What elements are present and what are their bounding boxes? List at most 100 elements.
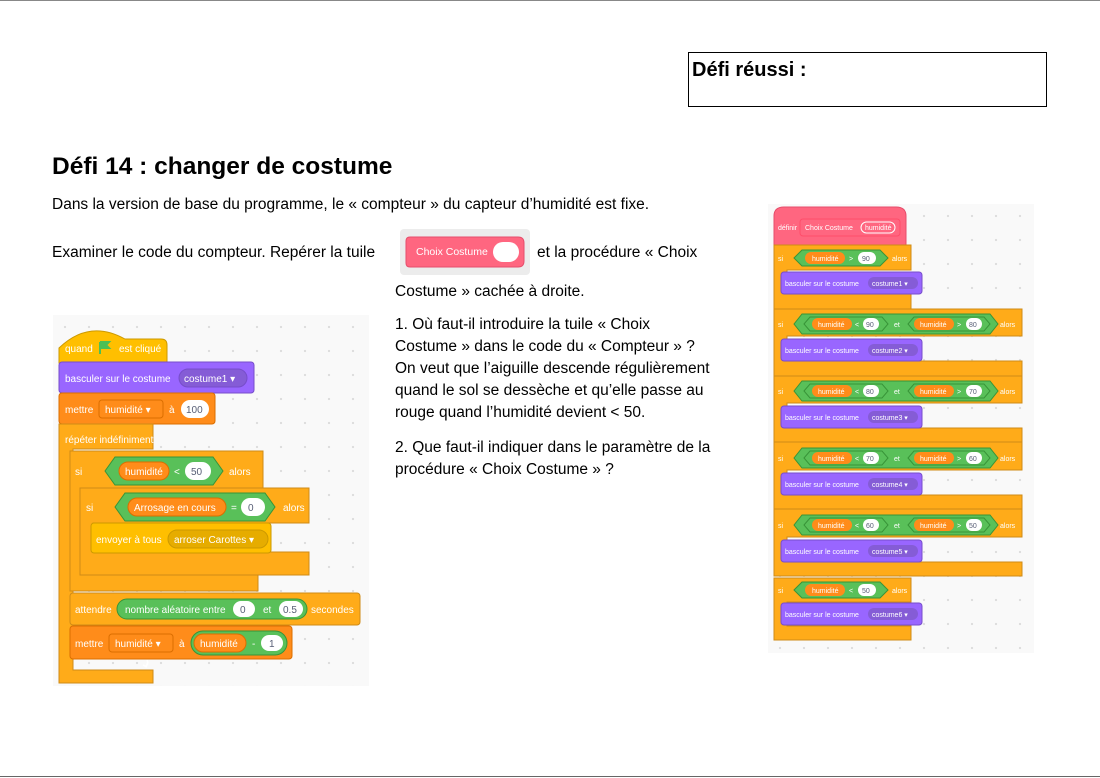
block-text: si xyxy=(778,322,784,329)
block-text: à xyxy=(179,639,185,650)
block-text: 0 xyxy=(248,503,254,514)
block-text: > xyxy=(957,322,961,329)
block-text: 50 xyxy=(191,467,203,478)
block-text: humidité xyxy=(812,256,839,263)
loop-arrow-icon xyxy=(142,659,149,668)
question-1-line: On veut que l’aiguille descende régulièr… xyxy=(395,360,710,377)
block-text: mettre xyxy=(65,405,94,416)
block-text: < xyxy=(855,389,859,396)
choix-costume-tile-image: Choix Costume xyxy=(400,229,530,275)
counter-script: quand est cliqué basculer sur le costume… xyxy=(58,330,361,684)
block-text: costume3 ▾ xyxy=(872,415,908,422)
block-text: humidité xyxy=(920,456,947,463)
block-text: humidité xyxy=(125,467,163,478)
block-text: nombre aléatoire entre xyxy=(125,605,226,616)
block-text: mettre xyxy=(75,639,104,650)
examine-text-after: et la procédure « Choix xyxy=(537,244,698,261)
block-text: humidité xyxy=(818,389,845,396)
block-text: alors xyxy=(229,467,251,478)
block-text: Choix Costume xyxy=(805,225,853,232)
block-text: costume1 ▾ xyxy=(872,281,908,288)
block-text: > xyxy=(957,523,961,530)
block-text: et xyxy=(894,322,900,329)
block-text: définir xyxy=(778,225,798,232)
block-text: 70 xyxy=(969,389,977,396)
block-text: attendre xyxy=(75,605,112,616)
block-text: humidité xyxy=(200,639,238,650)
block-text: Arrosage en cours xyxy=(134,503,216,514)
question-2-line: procédure « Choix Costume » ? xyxy=(395,461,614,478)
block-text: > xyxy=(957,389,961,396)
block-text: alors xyxy=(892,588,908,595)
choix-costume-procedure-panel: définir Choix Costume humidité si humidi… xyxy=(768,204,1034,653)
block-text: 70 xyxy=(866,456,874,463)
block-text: humidité xyxy=(818,456,845,463)
block-text: et xyxy=(263,605,272,616)
question-1-line: rouge quand l’humidité devient < 50. xyxy=(395,404,646,421)
block-text: = xyxy=(231,503,237,514)
block-text: 50 xyxy=(969,523,977,530)
block-text: alors xyxy=(1000,523,1016,530)
block-text: si xyxy=(778,389,784,396)
block-text: envoyer à tous xyxy=(96,535,162,546)
question-1: 1. Où faut-il introduire la tuile « Choi… xyxy=(395,314,740,424)
block-text: alors xyxy=(283,503,305,514)
block-text: < xyxy=(855,456,859,463)
success-box: Défi réussi : xyxy=(688,52,1047,107)
block-text: 90 xyxy=(862,256,870,263)
intro-text: Dans la version de base du programme, le… xyxy=(52,196,650,213)
block-text: basculer sur le costume xyxy=(785,612,859,619)
block-text: 0.5 xyxy=(283,605,297,616)
counter-script-panel: quand est cliqué basculer sur le costume… xyxy=(53,315,369,686)
choix-costume-tile-label: Choix Costume xyxy=(416,246,488,258)
block-text: < xyxy=(849,588,853,595)
block-text: alors xyxy=(1000,456,1016,463)
block-text: costume6 ▾ xyxy=(872,612,908,619)
block-text: si xyxy=(778,256,784,263)
block-text: 80 xyxy=(866,389,874,396)
block-text: < xyxy=(855,523,859,530)
block-text: 60 xyxy=(866,523,874,530)
block-text: si xyxy=(778,456,784,463)
question-1-line: quand le sol se dessèche et qu’elle pass… xyxy=(395,382,704,399)
block-text: alors xyxy=(1000,322,1016,329)
block-text: costume1 ▾ xyxy=(184,374,235,385)
question-1-line: Costume » dans le code du « Compteur » ? xyxy=(395,338,695,355)
block-text: < xyxy=(174,467,180,478)
block-text: 0 xyxy=(240,605,246,616)
page-title: Défi 14 : changer de costume xyxy=(52,153,393,180)
block-text: basculer sur le costume xyxy=(785,281,859,288)
block-text: 1 xyxy=(269,639,275,650)
success-label: Défi réussi : xyxy=(692,59,807,81)
block-text: humidité xyxy=(920,523,947,530)
block-text: costume5 ▾ xyxy=(872,549,908,556)
block-text: 50 xyxy=(862,588,870,595)
block-text: basculer sur le costume xyxy=(65,374,171,385)
block-text: humidité ▾ xyxy=(115,639,161,650)
block-text: basculer sur le costume xyxy=(785,482,859,489)
bottom-rule xyxy=(0,776,1100,777)
block-text: répéter indéfiniment xyxy=(65,435,154,446)
block-text: 90 xyxy=(866,322,874,329)
block-text: > xyxy=(957,456,961,463)
block-text: et xyxy=(894,389,900,396)
block-text: 80 xyxy=(969,322,977,329)
block-text: < xyxy=(855,322,859,329)
block-text: basculer sur le costume xyxy=(785,549,859,556)
block-text: si xyxy=(778,523,784,530)
block-text: alors xyxy=(1000,389,1016,396)
block-text: humidité xyxy=(920,322,947,329)
block-text: 100 xyxy=(186,405,203,416)
block-text: humidité xyxy=(812,588,839,595)
block-text: si xyxy=(75,467,82,478)
block-text: quand xyxy=(65,344,93,355)
block-text: si xyxy=(778,588,784,595)
block-text: arroser Carottes ▾ xyxy=(174,535,254,546)
examine-text-cont: Costume » cachée à droite. xyxy=(395,283,585,300)
block-text: humidité ▾ xyxy=(105,405,151,416)
block-text: basculer sur le costume xyxy=(785,415,859,422)
examine-text: Examiner le code du compteur. Repérer la… xyxy=(52,244,376,261)
question-2-line: 2. Que faut-il indiquer dans le paramètr… xyxy=(395,439,711,456)
block-text: humidité xyxy=(865,225,892,232)
block-text: 60 xyxy=(969,456,977,463)
